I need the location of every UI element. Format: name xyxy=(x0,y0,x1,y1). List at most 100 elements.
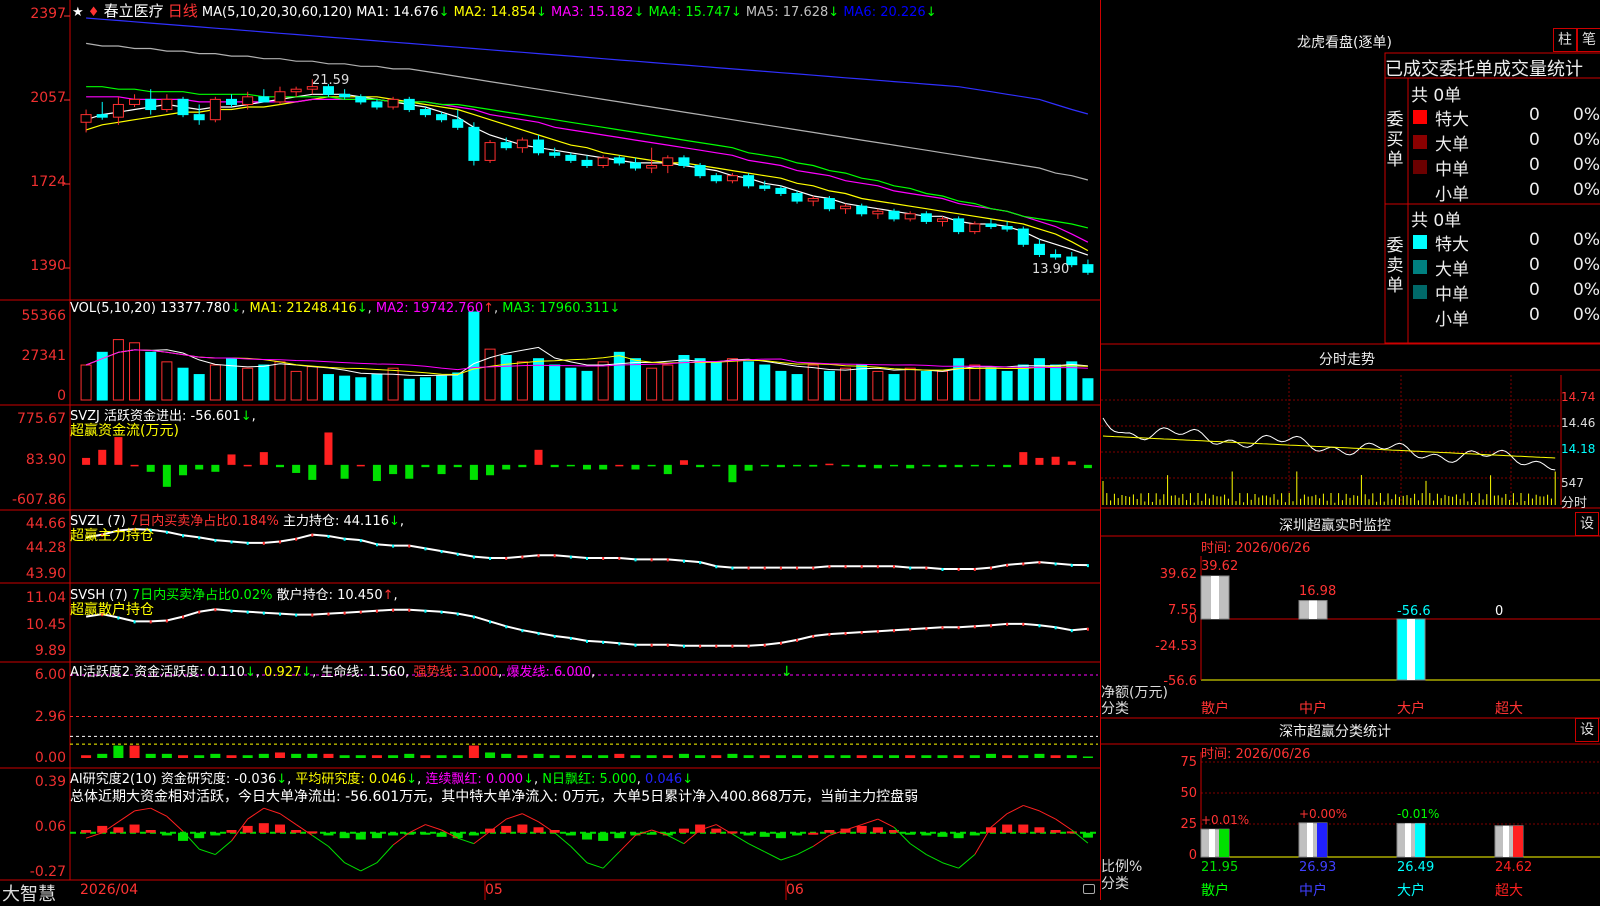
tick-mode-button[interactable]: 笔 xyxy=(1577,28,1600,52)
fund-flow-bar xyxy=(760,464,769,467)
volume-bar xyxy=(1033,358,1045,401)
fund-flow-bar xyxy=(469,464,478,480)
intraday-tick-1: 14.46 xyxy=(1561,416,1596,430)
research-bar xyxy=(323,832,334,836)
svsh-dot xyxy=(343,611,346,615)
svsh-dot xyxy=(893,629,896,633)
svsh-dot xyxy=(278,612,281,616)
fund-flow-bar xyxy=(970,464,979,467)
fund-flow-bar xyxy=(793,464,802,467)
cls-unit-2: 分类 xyxy=(1101,876,1129,892)
activity-bar xyxy=(889,755,900,758)
svsh-dot xyxy=(666,643,669,647)
candle-body xyxy=(403,98,415,111)
volume-bar xyxy=(290,370,302,401)
volume-bar xyxy=(985,367,997,401)
research-line-seg xyxy=(780,854,798,861)
fund-flow-bar xyxy=(486,464,495,476)
activity-bar xyxy=(953,755,964,758)
fund-flow-bar xyxy=(728,464,737,483)
fund-flow-bar xyxy=(582,464,592,470)
svsh-dot xyxy=(1070,629,1073,633)
left-chart-area: ↓ ★ ♦ 春立医疗 日线 MA(5,10,20,30,60,120) MA1:… xyxy=(0,0,1100,905)
sz-settings-button[interactable]: 设 xyxy=(1575,512,1599,536)
svzl-dot xyxy=(262,541,265,545)
activity-bar xyxy=(291,753,302,758)
svzl-dot xyxy=(941,568,944,571)
svsh-dot xyxy=(569,636,572,640)
ma-value-2: MA2: 14.854 xyxy=(453,5,537,20)
ai1-strong: 强势线: 3.000 xyxy=(413,665,499,680)
fund-flow-bar xyxy=(98,449,107,465)
cls-bar-color-3 xyxy=(1513,825,1523,857)
candle-body xyxy=(646,164,658,169)
fund-flow-bar xyxy=(825,463,834,466)
volume-bar xyxy=(1082,378,1094,401)
row-swatch xyxy=(1413,110,1427,124)
lhkp-title: 龙虎看盘(逐单) xyxy=(1297,35,1392,51)
sz-tick-2: 0 xyxy=(1188,612,1197,627)
volume-bar xyxy=(161,361,173,401)
vol-header: VOL(5,10,20) 13377.780↓, MA1: 21248.416↓… xyxy=(70,301,621,316)
cls-cat-1: 中户 xyxy=(1299,883,1327,899)
research-line-seg xyxy=(893,826,911,844)
svzl-dot xyxy=(779,566,782,570)
volume-bar xyxy=(452,372,464,401)
activity-bar xyxy=(355,755,366,758)
svzl-dot xyxy=(214,539,217,543)
candle-body xyxy=(225,98,238,105)
candle-body xyxy=(1050,253,1062,258)
volume-bar xyxy=(419,377,431,401)
svzl-dot xyxy=(311,533,314,537)
volume-bar xyxy=(500,354,512,401)
ma-value-3: MA3: 15.182 xyxy=(551,5,634,20)
research-bar xyxy=(129,824,140,833)
cls-settings-button[interactable]: 设 xyxy=(1575,718,1599,742)
svzl-dot xyxy=(569,555,572,559)
sz-value-2: -56.6 xyxy=(1397,604,1431,619)
activity-bar xyxy=(145,753,156,758)
research-line-seg xyxy=(877,818,895,828)
svsh-dot xyxy=(1054,626,1057,630)
lock-icon[interactable] xyxy=(1083,884,1095,894)
svzl-dot xyxy=(666,558,669,562)
research-line-seg xyxy=(522,813,539,823)
cls-bar-hl-1 xyxy=(1307,822,1313,857)
volume-bar xyxy=(856,364,868,401)
research-bar xyxy=(420,832,431,835)
vol-ytick-1: 27341 xyxy=(21,348,66,364)
bar-mode-button[interactable]: 柱 xyxy=(1553,28,1577,52)
research-bar xyxy=(533,827,544,833)
sz-cat-3: 超大 xyxy=(1495,701,1523,717)
fund-flow-bar xyxy=(324,432,333,465)
intraday-tick-3: 547 xyxy=(1561,476,1584,490)
research-line-seg xyxy=(958,854,976,869)
svsh-ytick-0: 11.04 xyxy=(25,590,66,606)
period-label[interactable]: 日线 xyxy=(168,2,198,20)
svzl-dot xyxy=(343,537,346,541)
ai1-v2: 0.927 xyxy=(264,665,302,680)
fund-flow-bar xyxy=(227,454,236,465)
svsh-dot xyxy=(505,625,508,629)
row-swatch xyxy=(1413,160,1427,174)
svsh-dot xyxy=(424,609,427,613)
activity-bar xyxy=(695,755,706,758)
research-line-seg xyxy=(425,824,442,831)
cls-bar-color-0 xyxy=(1219,829,1229,857)
candle-body xyxy=(129,98,141,105)
candle-body xyxy=(629,162,641,169)
research-line-seg xyxy=(312,835,329,847)
candle-body xyxy=(904,213,916,220)
ai2-ytick-2: -0.27 xyxy=(29,864,66,880)
activity-bar xyxy=(1002,755,1013,758)
left-chart-svg: ↓ xyxy=(0,0,1100,900)
buy-label: 委买单 xyxy=(1386,110,1404,170)
favorite-icon[interactable]: ♦ xyxy=(84,5,104,20)
candle-body xyxy=(387,98,399,108)
volume-bar xyxy=(807,364,819,401)
lhkp-subtitle: 已成交委托单成交量统计 xyxy=(1385,59,1583,80)
svsh-dot xyxy=(165,619,168,623)
ma-value-4: MA4: 15.747 xyxy=(648,5,731,20)
ai1-active: 资金活跃度: 0.110 xyxy=(134,665,245,680)
research-bar xyxy=(517,824,528,833)
